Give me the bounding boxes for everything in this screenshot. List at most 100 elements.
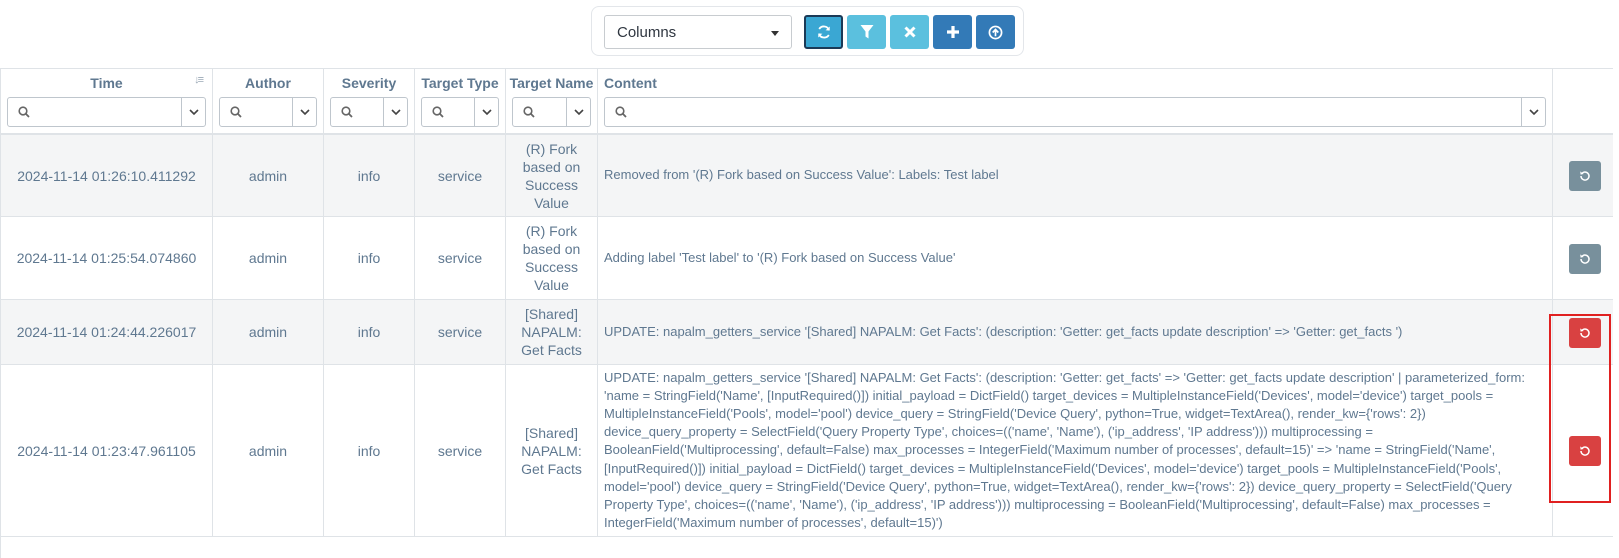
chevron-down-icon [299,108,310,115]
chevron-down-icon [188,108,199,115]
actions-column-header [1553,69,1613,133]
target-name-text: (R) Fork based on Success Value [522,140,581,211]
column-filter[interactable] [219,97,317,127]
chevron-down-icon [573,108,584,115]
severity-text: info [357,167,381,184]
column-filter[interactable] [512,97,591,127]
restore-icon [1580,254,1590,264]
content-text: Adding label 'Test label' to '(R) Fork b… [604,249,956,265]
filter-dropdown-toggle[interactable] [181,98,205,126]
author-text: admin [248,250,288,266]
time-cell: 2024-11-14 01:23:47.961105 [1,365,213,536]
column-filter[interactable] [604,97,1546,127]
refresh-button[interactable] [804,15,843,49]
target-name-column-header[interactable]: Target Name [506,69,598,133]
table-toolbar: Columns [591,6,1024,56]
add-button[interactable] [933,15,972,49]
filter-dropdown-toggle[interactable] [1521,98,1545,126]
column-title: Content [604,75,657,91]
time-text: 2024-11-14 01:26:10.411292 [17,167,196,184]
table-row: 2024-11-14 01:23:47.961105 admin info servi… [1,365,1613,537]
filter-icon [860,25,873,39]
content-text: UPDATE: napalm_getters_service '[Shared]… [604,323,1403,339]
target-type-text: service [437,167,483,184]
filter-dropdown-toggle[interactable] [474,98,498,126]
column-filter[interactable] [330,97,408,127]
severity-cell: info [324,135,415,216]
target-type-cell: service [415,365,506,536]
target-name-cell: [Shared] NAPALM: Get Facts [506,300,598,364]
author-column-header[interactable]: Author [213,69,324,133]
revert-button[interactable] [1569,161,1601,191]
filter-dropdown-toggle[interactable] [292,98,316,126]
column-filter-input[interactable] [359,102,380,122]
time-cell: 2024-11-14 01:24:44.226017 [1,300,213,364]
table-row: 2024-11-14 01:26:10.411292 admin info servi… [1,135,1613,217]
filter-dropdown-toggle[interactable] [383,98,407,126]
columns-select[interactable]: Columns [604,15,792,49]
columns-select-label: Columns [617,24,677,41]
content-cell: Adding label 'Test label' to '(R) Fork b… [598,217,1553,299]
column-filter-input[interactable] [248,102,289,122]
target-type-column-header[interactable]: Target Type [415,69,506,133]
column-filter[interactable] [7,97,206,127]
target-type-cell: service [415,300,506,364]
author-cell: admin [213,217,324,299]
column-title: Author [245,75,291,91]
highlight-box [1549,314,1611,503]
time-cell: 2024-11-14 01:25:54.074860 [1,217,213,299]
search-icon [230,106,242,118]
chevron-down-icon [390,108,401,115]
author-text: admin [248,167,288,184]
sort-desc-icon[interactable]: ↓≡ [194,74,204,86]
actions-cell [1553,217,1613,299]
search-icon [432,106,444,118]
content-cell: Removed from '(R) Fork based on Success … [598,135,1553,216]
target-type-text: service [437,442,483,459]
target-name-cell: (R) Fork based on Success Value [506,135,598,216]
target-name-text: (R) Fork based on Success Value [522,223,581,293]
time-text: 2024-11-14 01:23:47.961105 [17,442,196,459]
target-name-text: [Shared] NAPALM: Get Facts [521,306,582,358]
content-cell: UPDATE: napalm_getters_service '[Shared]… [598,300,1553,364]
filter-dropdown-toggle[interactable] [566,98,590,126]
column-filter-input[interactable] [541,102,563,122]
severity-cell: info [324,217,415,299]
search-icon [341,106,353,118]
column-filter-input[interactable] [633,102,1518,122]
upload-icon [988,25,1003,39]
content-text: UPDATE: napalm_getters_service '[Shared]… [604,369,1525,531]
target-type-cell: service [415,135,506,216]
column-filter-input[interactable] [36,102,178,122]
actions-cell [1553,135,1613,216]
time-column-header[interactable]: Time ↓≡ [1,69,213,133]
changelog-table: Time ↓≡ Author Severity Target Type Target Na… [0,68,1613,558]
table-row: 2024-11-14 01:24:44.226017 admin info servi… [1,300,1613,365]
severity-column-header[interactable]: Severity [324,69,415,133]
refresh-icon [817,25,830,39]
clear-filter-button[interactable] [890,15,929,49]
severity-cell: info [324,365,415,536]
column-title: Severity [341,75,397,91]
search-icon [18,106,30,118]
severity-cell: info [324,300,415,364]
column-filter-input[interactable] [450,102,471,122]
upload-button[interactable] [976,15,1015,49]
close-icon [903,26,916,38]
column-title: Target Name [509,75,594,91]
severity-text: info [357,442,381,459]
time-cell: 2024-11-14 01:26:10.411292 [1,135,213,216]
content-column-header[interactable]: Content [598,69,1553,133]
chevron-down-icon [1528,108,1539,115]
chevron-down-icon [771,31,779,36]
restore-icon [1580,171,1590,181]
target-type-cell: service [415,217,506,299]
column-filter[interactable] [421,97,499,127]
target-name-cell: (R) Fork based on Success Value [506,217,598,299]
severity-text: info [357,250,381,266]
target-type-text: service [437,324,483,340]
table-header: Time ↓≡ Author Severity Target Type Target Na… [1,69,1613,135]
filter-button[interactable] [847,15,886,49]
column-title: Target Type [421,75,499,91]
revert-button[interactable] [1569,244,1601,274]
